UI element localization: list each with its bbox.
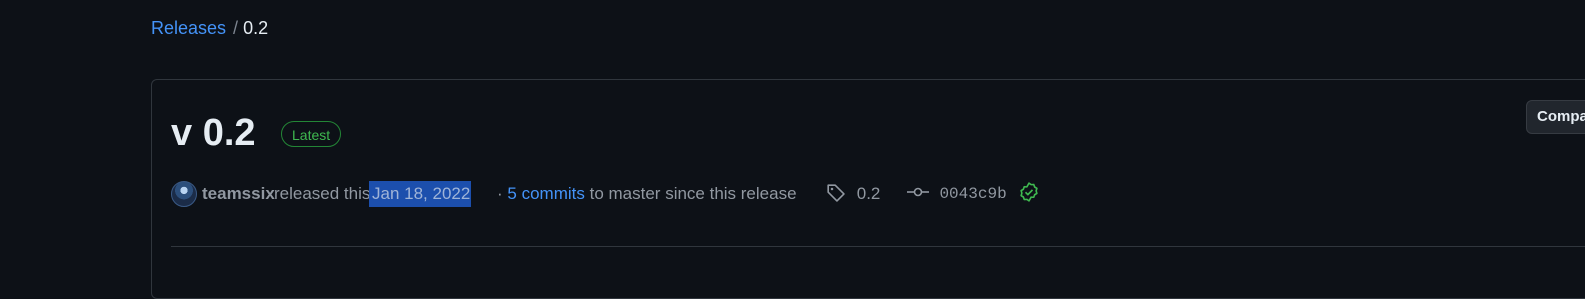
breadcrumb: Releases /0.2: [151, 17, 268, 39]
author-link[interactable]: teamssix: [202, 180, 275, 208]
commits-since-release: · 5 commits to master since this release: [497, 180, 797, 208]
commit-sha: 0043c9b: [939, 185, 1007, 203]
breadcrumb-separator: /: [233, 18, 239, 38]
compare-button[interactable]: Compare: [1526, 100, 1585, 134]
commit-link[interactable]: 0043c9b: [907, 180, 1039, 208]
breadcrumb-current: 0.2: [243, 18, 269, 38]
tag-label: 0.2: [856, 184, 881, 203]
git-commit-icon: [907, 187, 929, 197]
section-divider: [171, 246, 1585, 247]
verified-check-icon[interactable]: [1019, 182, 1039, 202]
avatar[interactable]: [171, 181, 197, 207]
release-title[interactable]: v 0.2: [171, 110, 256, 156]
released-text: released this: [274, 184, 371, 203]
tag-icon: [827, 184, 845, 202]
commits-suffix: to master since this release: [589, 184, 797, 203]
tag-link[interactable]: 0.2: [826, 180, 880, 208]
breadcrumb-releases-link[interactable]: Releases: [151, 18, 226, 38]
latest-badge: Latest: [281, 121, 342, 147]
commits-link[interactable]: 5 commits: [507, 184, 584, 203]
commits-prefix: ·: [497, 184, 503, 203]
release-date[interactable]: Jan 18, 2022: [369, 181, 472, 207]
